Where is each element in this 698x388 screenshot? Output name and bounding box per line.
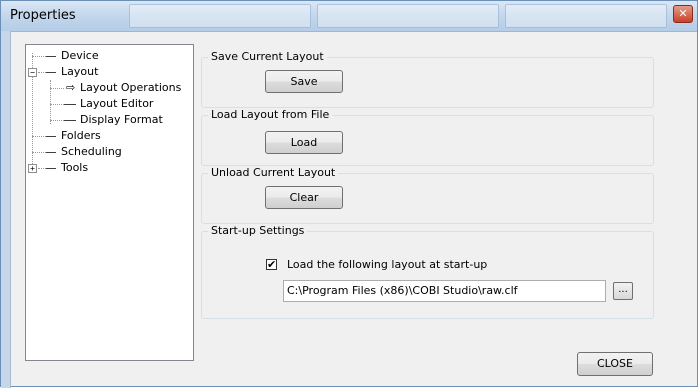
close-window-button[interactable]: ✕	[673, 5, 693, 23]
tree-dash	[64, 120, 76, 121]
tree-item-tools[interactable]: Tools	[61, 160, 88, 176]
startup-layout-path-field[interactable]: C:\Program Files (x86)\COBI Studio\raw.c…	[283, 280, 606, 302]
tree-dash	[46, 72, 56, 73]
tree-item-folders[interactable]: Folders	[61, 128, 101, 144]
tree-item-layout[interactable]: Layout	[61, 64, 98, 80]
background-tab-ghost	[505, 4, 667, 28]
tree-connector	[50, 80, 51, 124]
load-button[interactable]: Load	[265, 131, 343, 154]
window-left-edge	[1, 31, 11, 388]
unload-layout-legend: Unload Current Layout	[208, 166, 339, 180]
load-layout-legend: Load Layout from File	[208, 108, 333, 122]
save-button[interactable]: Save	[265, 70, 343, 93]
selected-arrow-icon: ⇨	[66, 81, 76, 94]
title-bar[interactable]: Properties ✕	[1, 1, 697, 32]
tree-dash	[46, 136, 56, 137]
unload-layout-group: Unload Current Layout Clear	[201, 166, 654, 224]
save-layout-legend: Save Current Layout	[208, 50, 327, 64]
tree-dash	[46, 56, 56, 57]
tree-dash	[64, 104, 76, 105]
tree-item-device[interactable]: Device	[61, 48, 99, 64]
checkmark-icon: ✔	[267, 258, 277, 271]
browse-button[interactable]: ...	[613, 282, 633, 300]
tree-connector	[50, 88, 64, 89]
dialog-content: Device − Layout ⇨ Layout Operations Layo…	[11, 32, 697, 386]
expand-icon[interactable]: +	[28, 164, 37, 173]
collapse-icon[interactable]: −	[28, 68, 37, 77]
tree-item-display-format[interactable]: Display Format	[80, 112, 163, 128]
close-button[interactable]: CLOSE	[577, 352, 653, 376]
tree-dash	[46, 152, 56, 153]
window-title: Properties	[10, 8, 76, 23]
save-layout-group: Save Current Layout Save	[201, 50, 654, 108]
tree-connector	[50, 120, 64, 121]
startup-settings-legend: Start-up Settings	[208, 224, 308, 238]
settings-tree[interactable]: Device − Layout ⇨ Layout Operations Layo…	[25, 44, 194, 361]
tree-connector	[50, 104, 64, 105]
clear-button[interactable]: Clear	[265, 186, 343, 209]
properties-window: Properties ✕ Device − Layout ⇨ Layout Op	[0, 0, 698, 388]
tree-item-layout-operations[interactable]: Layout Operations	[80, 80, 181, 96]
startup-settings-group: Start-up Settings ✔ Load the following l…	[201, 224, 654, 319]
load-at-startup-label: Load the following layout at start-up	[287, 258, 488, 271]
tree-item-layout-editor[interactable]: Layout Editor	[80, 96, 153, 112]
load-layout-group: Load Layout from File Load	[201, 108, 654, 166]
tree-item-scheduling[interactable]: Scheduling	[61, 144, 122, 160]
load-at-startup-checkbox[interactable]: ✔	[266, 259, 277, 270]
tree-dash	[46, 168, 56, 169]
background-tab-ghost	[317, 4, 499, 28]
background-tab-ghost	[129, 4, 311, 28]
close-icon: ✕	[678, 7, 688, 20]
